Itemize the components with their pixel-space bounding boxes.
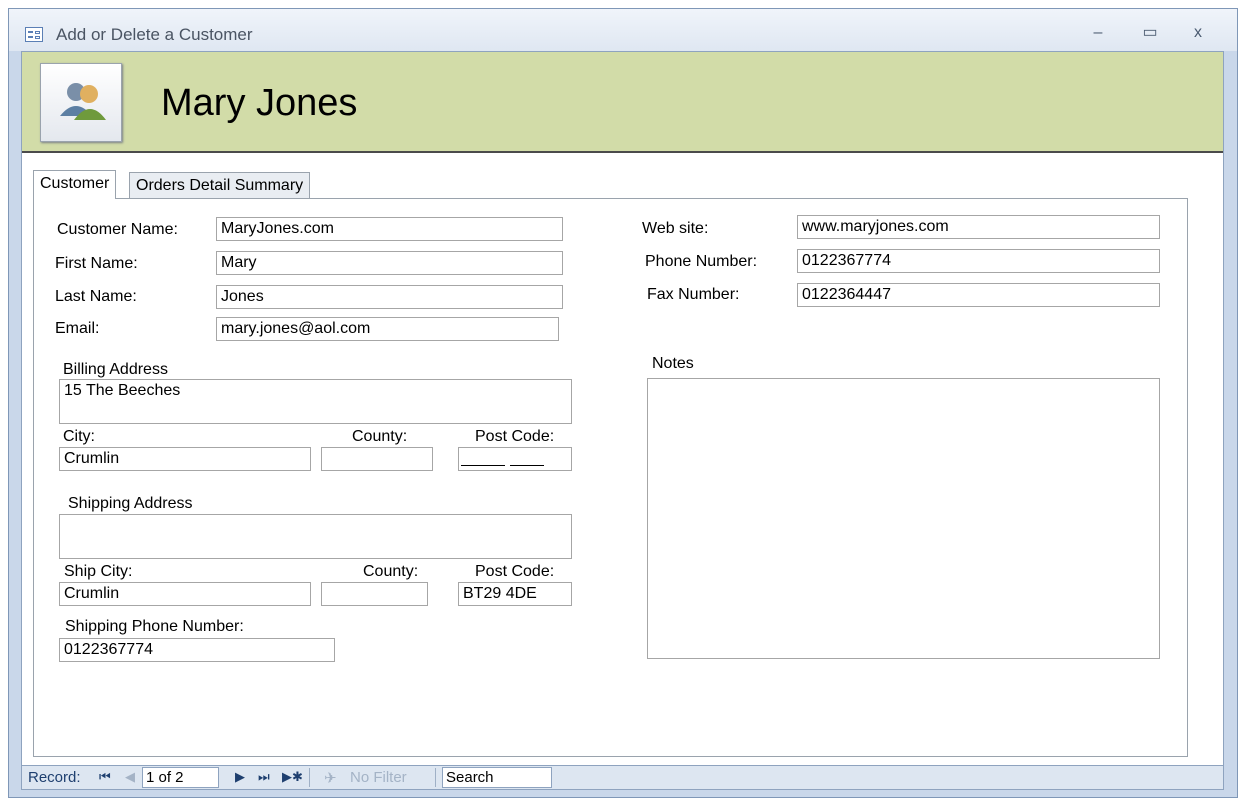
separator [435, 768, 436, 787]
county-field[interactable] [321, 447, 433, 471]
previous-record-icon[interactable]: ◀ [125, 769, 135, 785]
post-code-label: Post Code: [475, 428, 555, 445]
maximize-button[interactable]: ▭ [1135, 21, 1165, 45]
city-label: City: [63, 428, 95, 445]
close-button[interactable]: x [1183, 21, 1213, 45]
ship-post-code-label: Post Code: [475, 563, 555, 580]
ship-county-label: County: [363, 563, 419, 580]
first-record-icon[interactable]: ⏮ [99, 769, 111, 785]
customer-tab-panel: Customer Name: MaryJones.com First Name:… [33, 198, 1188, 757]
last-record-icon[interactable]: ⏭ [258, 769, 270, 785]
minimize-button[interactable]: – [1083, 21, 1113, 45]
shipping-address-field[interactable] [59, 514, 572, 559]
no-filter-button[interactable]: No Filter [350, 769, 407, 786]
phone-number-field[interactable]: 0122367774 [797, 249, 1160, 273]
first-name-field[interactable]: Mary [216, 251, 563, 275]
billing-address-field[interactable]: 15 The Beeches [59, 379, 572, 424]
ship-city-label: Ship City: [64, 563, 133, 580]
shipping-address-label: Shipping Address [68, 495, 193, 512]
email-label: Email: [55, 320, 100, 337]
ship-post-code-field[interactable]: BT29 4DE [458, 582, 572, 606]
email-field[interactable]: mary.jones@aol.com [216, 317, 559, 341]
next-record-icon[interactable]: ▶ [235, 769, 245, 785]
notes-field[interactable] [647, 378, 1160, 659]
current-record-input[interactable]: 1 of 2 [142, 767, 219, 788]
last-name-field[interactable]: Jones [216, 285, 563, 309]
last-name-label: Last Name: [55, 288, 137, 305]
customer-name-field[interactable]: MaryJones.com [216, 217, 563, 241]
tab-customer[interactable]: Customer [33, 170, 117, 199]
fax-number-label: Fax Number: [647, 286, 740, 303]
tab-orders-detail-summary[interactable]: Orders Detail Summary [129, 172, 311, 199]
web-site-field[interactable]: www.maryjones.com [797, 215, 1160, 239]
access-form-window: Add or Delete a Customer – ▭ x Mary Jone… [8, 8, 1238, 798]
header-title: Mary Jones [161, 82, 358, 124]
title-bar: Add or Delete a Customer – ▭ x [9, 9, 1237, 51]
search-input[interactable]: Search [442, 767, 552, 788]
new-record-icon[interactable]: ▶✱ [282, 769, 303, 785]
city-field[interactable]: Crumlin [59, 447, 311, 471]
separator [309, 768, 310, 787]
shipping-phone-label: Shipping Phone Number: [65, 618, 244, 635]
form-icon [25, 27, 43, 42]
ship-county-field[interactable] [321, 582, 428, 606]
phone-number-label: Phone Number: [645, 253, 758, 270]
window-title: Add or Delete a Customer [56, 25, 253, 44]
county-label: County: [352, 428, 408, 445]
billing-address-label: Billing Address [63, 361, 168, 378]
web-site-label: Web site: [642, 220, 709, 237]
ship-city-field[interactable]: Crumlin [59, 582, 311, 606]
customers-icon [40, 63, 122, 142]
form-header: Mary Jones [22, 52, 1223, 153]
first-name-label: First Name: [55, 255, 138, 272]
filter-icon[interactable]: ✈ [324, 769, 337, 787]
fax-number-field[interactable]: 0122364447 [797, 283, 1160, 307]
post-code-field[interactable] [458, 447, 572, 471]
shipping-phone-field[interactable]: 0122367774 [59, 638, 335, 662]
customer-name-label: Customer Name: [57, 221, 178, 238]
form-area: Mary Jones Customer Orders Detail Summar… [21, 51, 1224, 773]
notes-label: Notes [652, 355, 694, 372]
record-label: Record: [28, 769, 81, 786]
record-navigation-bar: Record: ⏮ ◀ 1 of 2 ▶ ⏭ ▶✱ ✈ No Filter Se… [21, 765, 1224, 790]
